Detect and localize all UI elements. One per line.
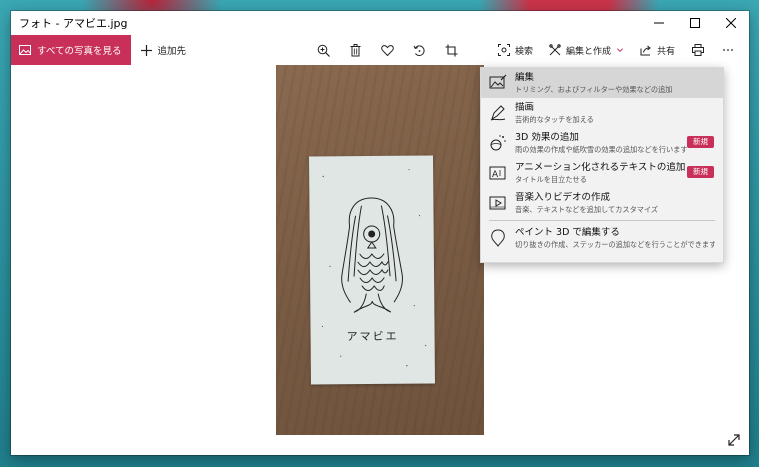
- edit-create-button[interactable]: 編集と作成: [541, 35, 632, 65]
- menu-item-desc: 音楽、テキストなどを追加してカスタマイズ: [515, 205, 659, 214]
- maximize-button[interactable]: [677, 11, 713, 35]
- menu-item-paint3d[interactable]: ペイント 3D で編集する 切り抜きの作成、ステッカーの追加などを行うことができ…: [481, 223, 723, 253]
- menu-divider: [489, 220, 715, 221]
- amabie-drawing-illustration: アマビエ: [321, 169, 427, 367]
- menu-item-label: ペイント 3D で編集する: [515, 227, 620, 238]
- right-toolbar: 検索 編集と作成 共有: [490, 35, 743, 65]
- menu-item-text: ペイント 3D で編集する 切り抜きの作成、ステッカーの追加などを行うことができ…: [515, 227, 715, 250]
- rotate-icon: [413, 44, 425, 56]
- menu-item-video-music[interactable]: 音楽入りビデオの作成 音楽、テキストなどを追加してカスタマイズ: [481, 188, 723, 218]
- menu-item-label: 編集: [515, 72, 535, 83]
- menu-item-label: 描画: [515, 102, 535, 113]
- add-to-button[interactable]: 追加先: [131, 35, 196, 65]
- menu-item-desc: タイトルを目立たせる: [515, 175, 587, 184]
- photo-gallery-icon: [19, 45, 31, 55]
- photos-app-window: フォト - アマビエ.jpg すべての写真を見る 追加先 検索 編集と作成 共有…: [11, 11, 749, 455]
- paint3d-icon: [491, 229, 505, 247]
- close-icon: [726, 18, 736, 28]
- plus-icon: [141, 44, 153, 56]
- center-toolbar: [307, 35, 467, 65]
- minimize-icon: [654, 22, 664, 24]
- fullscreen-expand-icon[interactable]: [727, 433, 741, 447]
- edit-photo-icon: [489, 74, 507, 89]
- menu-item-text: 音楽入りビデオの作成 音楽、テキストなどを追加してカスタマイズ: [515, 192, 715, 215]
- share-label: 共有: [656, 46, 675, 57]
- card-caption: アマビエ: [347, 330, 399, 343]
- menu-item-desc: 芸術的なタッチを加える: [515, 115, 594, 124]
- add-to-label: 追加先: [157, 46, 186, 57]
- menu-item-text: 編集 トリミング、およびフィルターや効果などの追加: [515, 72, 715, 95]
- menu-item-edit[interactable]: 編集 トリミング、およびフィルターや効果などの追加: [481, 68, 723, 98]
- menu-item-3d-effects[interactable]: 3D 効果の追加 雨の効果の作成や紙吹雪の効果の追加などを行います 新規: [481, 128, 723, 158]
- minimize-button[interactable]: [641, 11, 677, 35]
- zoom-icon: [317, 44, 330, 57]
- crop-button[interactable]: [435, 35, 467, 65]
- pen-draw-icon: [490, 105, 506, 121]
- delete-button[interactable]: [339, 35, 371, 65]
- new-badge: 新規: [687, 166, 714, 178]
- visual-search-icon: [497, 44, 510, 56]
- video-music-icon: [489, 196, 506, 210]
- new-badge: 新規: [687, 136, 714, 148]
- menu-item-label: 3D 効果の追加: [515, 132, 579, 143]
- menu-item-text: 描画 芸術的なタッチを加える: [515, 102, 715, 125]
- 3d-effects-icon: [490, 135, 506, 151]
- share-icon: [640, 45, 651, 56]
- zoom-button[interactable]: [307, 35, 339, 65]
- window-title: フォト - アマビエ.jpg: [19, 17, 128, 30]
- displayed-photo: アマビエ: [276, 65, 484, 435]
- more-dots-icon: [723, 49, 733, 51]
- close-button[interactable]: [713, 11, 749, 35]
- chevron-down-icon: [616, 48, 624, 53]
- menu-item-label: アニメーション化されるテキストの追加: [515, 162, 686, 173]
- menu-item-label: 音楽入りビデオの作成: [515, 192, 611, 203]
- share-button[interactable]: 共有: [632, 35, 683, 65]
- animated-text-icon: A: [489, 166, 506, 180]
- edit-create-label: 編集と作成: [565, 46, 611, 57]
- svg-text:A: A: [492, 170, 499, 180]
- menu-item-draw[interactable]: 描画 芸術的なタッチを加える: [481, 98, 723, 128]
- menu-item-animated-text[interactable]: A アニメーション化されるテキストの追加 タイトルを目立たせる 新規: [481, 158, 723, 188]
- menu-item-desc: 切り抜きの作成、ステッカーの追加などを行うことができます: [515, 240, 715, 249]
- rotate-button[interactable]: [403, 35, 435, 65]
- edit-create-dropdown-menu: 編集 トリミング、およびフィルターや効果などの追加 描画 芸術的なタッチを加える…: [480, 67, 724, 263]
- trash-icon: [350, 43, 360, 56]
- favorite-button[interactable]: [371, 35, 403, 65]
- menu-item-text: アニメーション化されるテキストの追加 タイトルを目立たせる: [515, 162, 715, 185]
- menu-item-text: 3D 効果の追加 雨の効果の作成や紙吹雪の効果の追加などを行います: [515, 132, 715, 155]
- search-button[interactable]: 検索: [490, 35, 541, 65]
- all-photos-button[interactable]: すべての写真を見る: [11, 35, 132, 65]
- menu-item-desc: 雨の効果の作成や紙吹雪の効果の追加などを行います: [515, 145, 688, 154]
- title-bar: フォト - アマビエ.jpg: [11, 11, 749, 35]
- crop-icon: [445, 44, 457, 56]
- printer-icon: [692, 44, 704, 56]
- edit-create-icon: [549, 44, 561, 56]
- amabie-drawing-card: アマビエ: [309, 155, 435, 385]
- maximize-icon: [690, 18, 700, 28]
- search-label: 検索: [514, 46, 533, 57]
- more-options-button[interactable]: [713, 35, 743, 65]
- menu-item-desc: トリミング、およびフィルターや効果などの追加: [515, 85, 673, 94]
- print-button[interactable]: [683, 35, 713, 65]
- heart-icon: [380, 44, 394, 56]
- command-bar: すべての写真を見る 追加先 検索 編集と作成 共有: [11, 35, 749, 65]
- all-photos-label: すべての写真を見る: [37, 46, 122, 57]
